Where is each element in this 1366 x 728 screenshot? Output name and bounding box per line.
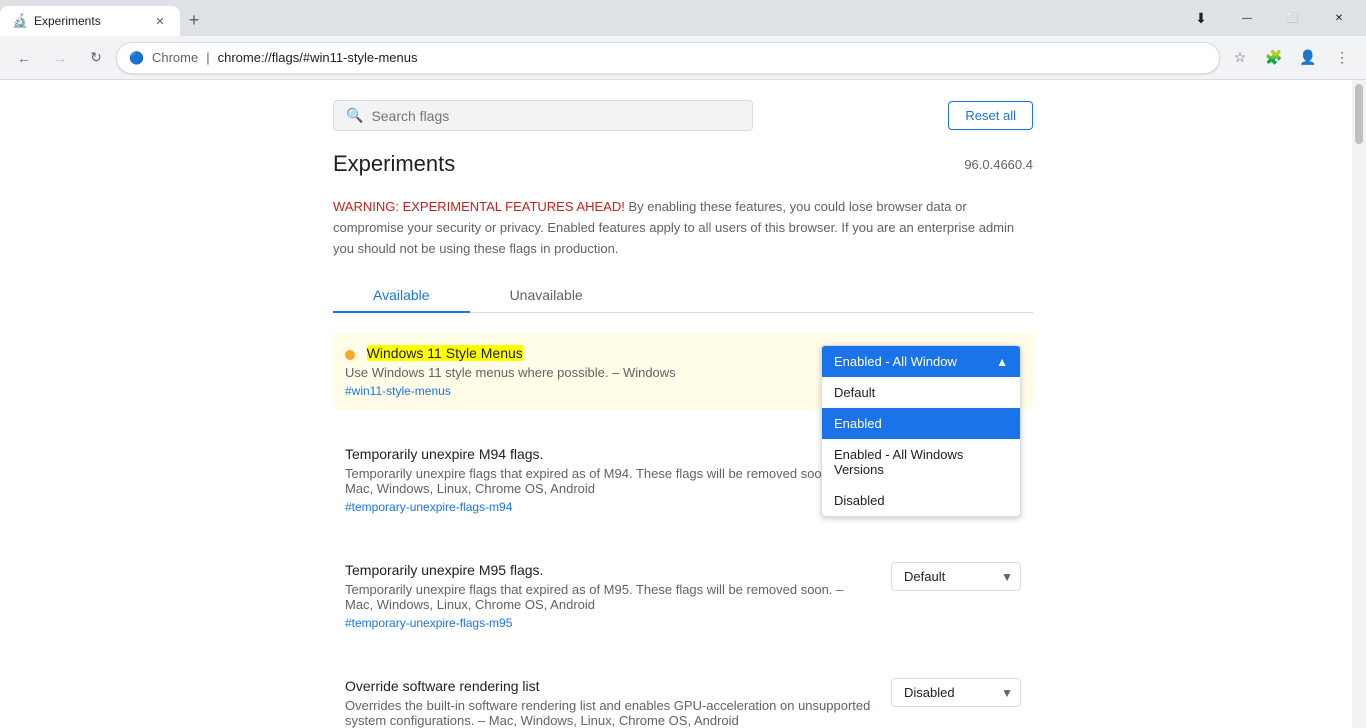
back-button[interactable]: ← bbox=[8, 42, 40, 74]
flag-control-rendering: Disabled ▼ bbox=[891, 678, 1021, 707]
dropdown-option-enabled-all[interactable]: Enabled - All Windows Versions bbox=[822, 439, 1020, 485]
flag-desc-m94: Temporarily unexpire flags that expired … bbox=[345, 466, 871, 496]
reset-all-button[interactable]: Reset all bbox=[948, 101, 1033, 130]
dropdown-option-enabled[interactable]: Enabled bbox=[822, 408, 1020, 439]
flag-name-m94: Temporarily unexpire M94 flags. bbox=[345, 446, 543, 462]
flag-link-m94[interactable]: #temporary-unexpire-flags-m94 bbox=[345, 500, 871, 514]
flag-name-rendering: Override software rendering list bbox=[345, 678, 540, 694]
flag-name-m95: Temporarily unexpire M95 flags. bbox=[345, 562, 543, 578]
warning-text: WARNING: EXPERIMENTAL FEATURES AHEAD! By… bbox=[333, 197, 1033, 259]
dropdown-header-label: Enabled - All Window bbox=[834, 354, 957, 369]
tab-strip: 🔬 Experiments ✕ + bbox=[0, 0, 1174, 36]
menu-icon[interactable]: ⋮ bbox=[1326, 42, 1358, 74]
flag-link-m95[interactable]: #temporary-unexpire-flags-m95 bbox=[345, 616, 871, 630]
dropdown-option-default[interactable]: Default bbox=[822, 377, 1020, 408]
flag-item-m95: Temporarily unexpire M95 flags. Temporar… bbox=[333, 550, 1033, 642]
address-separator: | bbox=[206, 50, 209, 65]
flag-desc-win11: Use Windows 11 style menus where possibl… bbox=[345, 365, 871, 380]
download-icon[interactable]: ⬇ bbox=[1178, 3, 1224, 33]
flag-link-win11[interactable]: #win11-style-menus bbox=[345, 384, 871, 398]
dropdown-header-win11[interactable]: Enabled - All Window ▲ bbox=[822, 346, 1020, 377]
close-button[interactable]: ✕ bbox=[1316, 3, 1362, 33]
flag-control-m95: Default ▼ bbox=[891, 562, 1021, 591]
dropdown-select-m95[interactable]: Default bbox=[891, 562, 1021, 591]
flag-item-rendering: Override software rendering list Overrid… bbox=[333, 666, 1033, 728]
tab-title: Experiments bbox=[34, 14, 146, 28]
flag-dot-win11 bbox=[345, 350, 355, 360]
minimize-button[interactable]: — bbox=[1224, 3, 1270, 33]
search-area: 🔍 Reset all bbox=[293, 80, 1073, 131]
flag-item-win11: Windows 11 Style Menus Use Windows 11 st… bbox=[333, 333, 1033, 410]
profile-icon[interactable]: 👤 bbox=[1292, 42, 1324, 74]
security-icon: 🔵 bbox=[129, 51, 144, 65]
dropdown-option-disabled[interactable]: Disabled bbox=[822, 485, 1020, 516]
address-path: chrome://flags/#win11-style-menus bbox=[218, 50, 418, 65]
bookmark-icon[interactable]: ☆ bbox=[1224, 42, 1256, 74]
main-content: Experiments 96.0.4660.4 WARNING: EXPERIM… bbox=[293, 131, 1073, 728]
new-tab-button[interactable]: + bbox=[180, 6, 208, 34]
tabs-row: Available Unavailable bbox=[333, 279, 1033, 313]
address-bar[interactable]: 🔵 Chrome | chrome://flags/#win11-style-m… bbox=[116, 42, 1220, 74]
nav-actions: ☆ 🧩 👤 ⋮ bbox=[1224, 42, 1358, 74]
window-controls: ⬇ — ⬜ ✕ bbox=[1174, 0, 1366, 36]
search-input[interactable] bbox=[371, 108, 740, 124]
dropdown-menu-win11: Enabled - All Window ▲ Default Enabled E… bbox=[821, 345, 1021, 517]
flag-name-win11: Windows 11 Style Menus bbox=[367, 345, 523, 361]
dropdown-select-rendering[interactable]: Disabled bbox=[891, 678, 1021, 707]
page-content: 🔍 Reset all Experiments 96.0.4660.4 WARN… bbox=[0, 80, 1366, 728]
forward-button[interactable]: → bbox=[44, 42, 76, 74]
nav-bar: ← → ↻ 🔵 Chrome | chrome://flags/#win11-s… bbox=[0, 36, 1366, 80]
maximize-button[interactable]: ⬜ bbox=[1270, 3, 1316, 33]
tab-available[interactable]: Available bbox=[333, 279, 470, 313]
dropdown-rendering: Disabled ▼ bbox=[891, 678, 1021, 707]
extension-icon[interactable]: 🧩 bbox=[1258, 42, 1290, 74]
dropdown-m95: Default ▼ bbox=[891, 562, 1021, 591]
version-number: 96.0.4660.4 bbox=[964, 157, 1033, 172]
reload-button[interactable]: ↻ bbox=[80, 42, 112, 74]
scrollbar-track bbox=[1352, 80, 1366, 728]
warning-bold: WARNING: EXPERIMENTAL FEATURES AHEAD! bbox=[333, 199, 625, 214]
tab-close-button[interactable]: ✕ bbox=[152, 13, 168, 29]
title-bar: 🔬 Experiments ✕ + ⬇ — ⬜ ✕ bbox=[0, 0, 1366, 36]
tab-favicon: 🔬 bbox=[12, 13, 28, 29]
search-box: 🔍 bbox=[333, 100, 753, 131]
flag-desc-m95: Temporarily unexpire flags that expired … bbox=[345, 582, 871, 612]
scrollbar-thumb[interactable] bbox=[1355, 84, 1363, 144]
active-tab[interactable]: 🔬 Experiments ✕ bbox=[0, 6, 180, 36]
tab-unavailable[interactable]: Unavailable bbox=[470, 279, 623, 312]
page-title: Experiments bbox=[333, 151, 455, 177]
dropdown-header-arrow: ▲ bbox=[996, 355, 1008, 369]
search-icon: 🔍 bbox=[346, 107, 363, 124]
address-chrome-label: Chrome bbox=[152, 50, 198, 65]
flag-desc-rendering: Overrides the built-in software renderin… bbox=[345, 698, 871, 728]
